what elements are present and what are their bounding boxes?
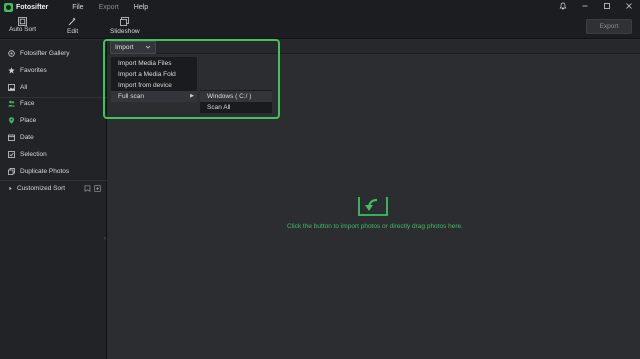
calendar-icon: [8, 134, 15, 141]
menu-item-import-media-folder[interactable]: Import a Media Fold: [111, 69, 197, 80]
app-name: Fotosifter: [16, 4, 49, 11]
edit-button[interactable]: Edit: [67, 17, 78, 35]
all-photos-icon: [8, 83, 15, 91]
import-arrow-icon[interactable]: [357, 195, 389, 217]
empty-state-hint: Click the button to import photos or dir…: [287, 223, 463, 230]
import-button[interactable]: Import: [110, 41, 156, 54]
customized-sort-actions: [81, 184, 101, 192]
selection-icon: [8, 150, 15, 158]
app-logo: Fotosifter: [4, 3, 48, 12]
sidebar-item-all[interactable]: All: [0, 80, 107, 94]
duplicate-icon: [8, 167, 15, 175]
location-pin-icon: [9, 116, 14, 124]
sidebar-item-label: Duplicate Photos: [20, 167, 70, 175]
import-button-label: Import: [115, 44, 134, 51]
sidebar-item-date[interactable]: Date: [0, 130, 107, 144]
slideshow-label: Slideshow: [110, 28, 140, 35]
export-button[interactable]: Export: [586, 19, 632, 34]
sidebar-item-label: Fotosifter Gallery: [20, 49, 70, 57]
full-scan-submenu: Windows ( C:/ ) Scan All: [199, 89, 273, 114]
minimize-icon[interactable]: [574, 0, 596, 15]
sidebar-item-duplicates[interactable]: Duplicate Photos: [0, 164, 107, 178]
menu-file[interactable]: File: [72, 4, 83, 11]
folder-settings-icon[interactable]: [94, 184, 101, 192]
chevron-down-icon: [145, 44, 151, 52]
slideshow-icon: [120, 17, 130, 26]
fotosifter-logo-icon: [4, 3, 13, 12]
sidebar-item-favorites[interactable]: Favorites: [0, 63, 107, 77]
menu-item-full-scan[interactable]: Full scan ▶: [111, 91, 197, 102]
auto-sort-button[interactable]: Auto Sort: [9, 17, 36, 33]
auto-sort-icon: [18, 17, 27, 26]
import-dropdown-menu: Import Media Files Import a Media Fold I…: [110, 56, 198, 103]
sidebar-item-label: Selection: [20, 150, 47, 158]
sidebar-item-label: Place: [20, 116, 37, 124]
slideshow-button[interactable]: Slideshow: [110, 17, 140, 35]
close-icon[interactable]: [618, 0, 640, 15]
sidebar-item-label: Date: [20, 133, 34, 141]
sidebar-item-label: Customized Sort: [17, 184, 66, 192]
submenu-item-scan-all[interactable]: Scan All: [200, 102, 272, 113]
sidebar-collapse-handle[interactable]: ‹: [104, 236, 107, 244]
sidebar-item-face[interactable]: Face: [0, 96, 107, 110]
edit-label: Edit: [67, 28, 79, 35]
star-icon: [8, 66, 15, 73]
gallery-icon: [8, 49, 15, 57]
sidebar-item-label: Favorites: [20, 66, 47, 74]
sidebar-item-selection[interactable]: Selection: [0, 147, 107, 161]
full-scan-label: Full scan: [118, 93, 145, 100]
window-controls: [552, 0, 640, 15]
bell-icon[interactable]: [552, 0, 574, 15]
main-header-strip: [108, 40, 640, 54]
title-bar: Fotosifter File Export Help: [0, 0, 640, 15]
menu-export[interactable]: Export: [99, 4, 119, 11]
sidebar-item-label: Face: [20, 99, 35, 107]
menu-bar: File Export Help: [72, 4, 163, 11]
sidebar-item-customized-sort[interactable]: Customized Sort: [0, 181, 107, 195]
sidebar-item-gallery[interactable]: Fotosifter Gallery: [0, 46, 107, 60]
submenu-item-windows-c[interactable]: Windows ( C:/ ): [200, 91, 272, 102]
toolbar: Auto Sort Edit Slideshow Export: [0, 15, 640, 39]
auto-sort-label: Auto Sort: [9, 26, 37, 33]
menu-item-import-from-device[interactable]: Import from device: [111, 80, 197, 91]
chevron-right-icon: ▶: [190, 93, 194, 99]
add-folder-icon[interactable]: [84, 184, 91, 192]
menu-help[interactable]: Help: [134, 4, 148, 11]
maximize-icon[interactable]: [596, 0, 618, 15]
caret-right-icon[interactable]: [8, 185, 13, 192]
sidebar-item-label: All: [20, 83, 28, 91]
people-icon: [8, 100, 15, 106]
sidebar-item-place[interactable]: Place: [0, 113, 107, 127]
edit-wand-icon: [68, 17, 76, 26]
menu-item-import-media-files[interactable]: Import Media Files: [111, 58, 197, 69]
sidebar: Fotosifter Gallery Favorites All Face Pl…: [0, 40, 107, 359]
